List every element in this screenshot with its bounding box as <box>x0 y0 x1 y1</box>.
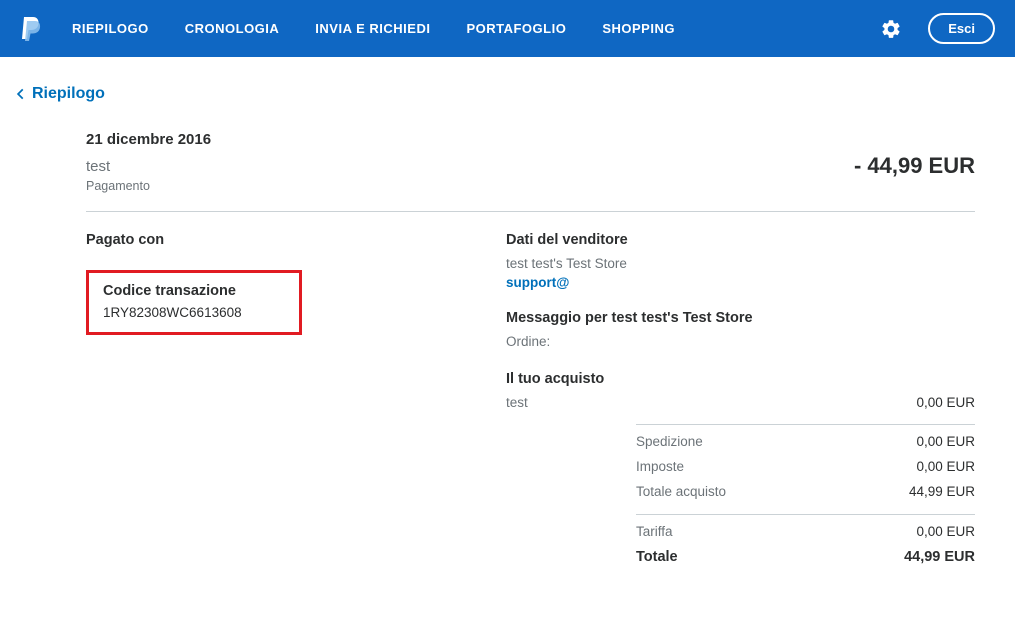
transaction-merchant: test <box>86 158 211 175</box>
seller-details: Dati del venditore test test's Test Stor… <box>506 232 975 290</box>
transaction-code-title: Codice transazione <box>103 283 285 299</box>
summary-shipping-value: 0,00 EUR <box>916 434 975 449</box>
left-column: Pagato con Codice transazione 1RY82308WC… <box>86 232 506 570</box>
nav-right-controls: Esci <box>880 13 995 44</box>
gear-icon <box>880 18 902 40</box>
summary-total-label: Totale <box>636 549 678 565</box>
summary-divider-mid <box>636 514 975 515</box>
order-label: Ordine: <box>506 334 975 349</box>
summary-tax-value: 0,00 EUR <box>916 459 975 474</box>
summary-total: Totale 44,99 EUR <box>636 544 975 570</box>
summary-table: Spedizione 0,00 EUR Imposte 0,00 EUR Tot… <box>636 424 975 570</box>
transaction-code-value: 1RY82308WC6613608 <box>103 305 285 320</box>
summary-fee-value: 0,00 EUR <box>916 524 975 539</box>
chevron-left-icon <box>14 87 28 101</box>
nav-summary[interactable]: RIEPILOGO <box>72 21 149 36</box>
summary-subtotal: Totale acquisto 44,99 EUR <box>636 479 975 504</box>
summary-subtotal-value: 44,99 EUR <box>909 484 975 499</box>
transaction-date: 21 dicembre 2016 <box>86 131 211 148</box>
summary-shipping-label: Spedizione <box>636 434 703 449</box>
seller-email-link[interactable]: support@ <box>506 275 975 290</box>
summary-tax-label: Imposte <box>636 459 684 474</box>
back-link[interactable]: Riepilogo <box>0 57 1015 103</box>
paid-with-title: Pagato con <box>86 232 506 248</box>
nav-shopping[interactable]: SHOPPING <box>602 21 675 36</box>
nav-history[interactable]: CRONOLOGIA <box>185 21 280 36</box>
seller-name: test test's Test Store <box>506 256 975 271</box>
summary-total-value: 44,99 EUR <box>904 549 975 565</box>
paypal-logo[interactable] <box>18 15 42 43</box>
transaction-code-highlight: Codice transazione 1RY82308WC6613608 <box>86 270 302 335</box>
purchase-line-item: test 0,00 EUR <box>506 395 975 410</box>
nav-menu: RIEPILOGO CRONOLOGIA INVIA E RICHIEDI PO… <box>72 21 675 36</box>
nav-wallet[interactable]: PORTAFOGLIO <box>466 21 566 36</box>
purchase-block: Il tuo acquisto test 0,00 EUR <box>506 371 975 410</box>
message-title: Messaggio per test test's Test Store <box>506 310 975 326</box>
transaction-detail: 21 dicembre 2016 test Pagamento - 44,99 … <box>0 103 1015 570</box>
summary-shipping: Spedizione 0,00 EUR <box>636 429 975 454</box>
right-column: Dati del venditore test test's Test Stor… <box>506 232 975 570</box>
back-link-label: Riepilogo <box>32 85 105 103</box>
seller-details-title: Dati del venditore <box>506 232 975 248</box>
message-block: Messaggio per test test's Test Store Ord… <box>506 310 975 349</box>
purchase-title: Il tuo acquisto <box>506 371 975 387</box>
transaction-amount: - 44,99 EUR <box>854 131 975 179</box>
purchase-item-name: test <box>506 395 528 410</box>
summary-tax: Imposte 0,00 EUR <box>636 454 975 479</box>
top-navigation: RIEPILOGO CRONOLOGIA INVIA E RICHIEDI PO… <box>0 0 1015 57</box>
transaction-header-left: 21 dicembre 2016 test Pagamento <box>86 131 211 193</box>
transaction-type: Pagamento <box>86 179 211 193</box>
purchase-item-amount: 0,00 EUR <box>916 395 975 410</box>
nav-send-request[interactable]: INVIA E RICHIEDI <box>315 21 430 36</box>
summary-subtotal-label: Totale acquisto <box>636 484 726 499</box>
summary-divider-top <box>636 424 975 425</box>
transaction-columns: Pagato con Codice transazione 1RY82308WC… <box>86 212 975 570</box>
transaction-header: 21 dicembre 2016 test Pagamento - 44,99 … <box>86 131 975 212</box>
summary-fee: Tariffa 0,00 EUR <box>636 519 975 544</box>
summary-fee-label: Tariffa <box>636 524 673 539</box>
paypal-logo-icon <box>18 15 42 43</box>
settings-button[interactable] <box>880 18 902 40</box>
logout-button[interactable]: Esci <box>928 13 995 44</box>
